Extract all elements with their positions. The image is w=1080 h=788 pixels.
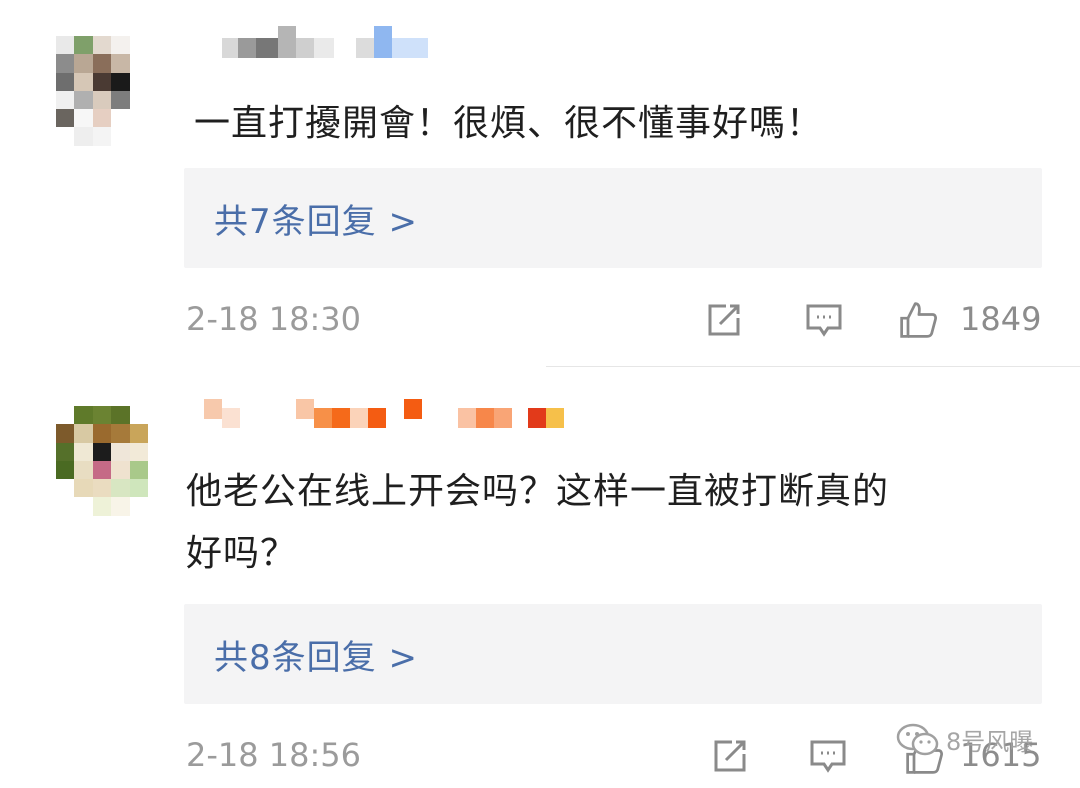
avatar[interactable] <box>56 406 148 516</box>
reply-box: 共7条回复 > <box>184 168 1042 268</box>
username[interactable] <box>204 399 564 428</box>
comment-icon[interactable] <box>808 736 848 776</box>
wechat-icon <box>896 723 939 755</box>
like-count: 1849 <box>960 300 1042 338</box>
comment-meta: 2-18 18:30 1849 <box>184 294 1042 344</box>
reply-box: 共8条回复 > <box>184 604 1042 704</box>
view-replies-link[interactable]: 共7条回复 > <box>214 194 418 243</box>
watermark-text: 8号风曝 <box>946 728 1034 756</box>
view-replies-link[interactable]: 共8条回复 > <box>214 630 418 679</box>
comment-item: 一直打擾開會！很煩、很不懂事好嗎！ 共7条回复 > 2-18 18:30 184… <box>0 0 1080 368</box>
timestamp: 2-18 18:30 <box>186 300 362 338</box>
comment-text-line-2: 好吗？ <box>186 533 298 574</box>
comment-icon[interactable] <box>804 300 844 340</box>
watermark: 8号风曝 <box>896 722 1033 757</box>
timestamp: 2-18 18:56 <box>186 736 362 774</box>
username[interactable] <box>222 26 428 58</box>
avatar[interactable] <box>56 36 148 146</box>
comment-text-line-1: 他老公在线上开会吗？这样一直被打断真的 <box>186 471 890 512</box>
divider <box>546 366 1080 367</box>
repost-icon[interactable] <box>704 300 744 340</box>
comment-text: 一直打擾開會！很煩、很不懂事好嗎！ <box>194 103 824 144</box>
repost-icon[interactable] <box>710 736 750 776</box>
like-icon[interactable] <box>898 300 938 340</box>
